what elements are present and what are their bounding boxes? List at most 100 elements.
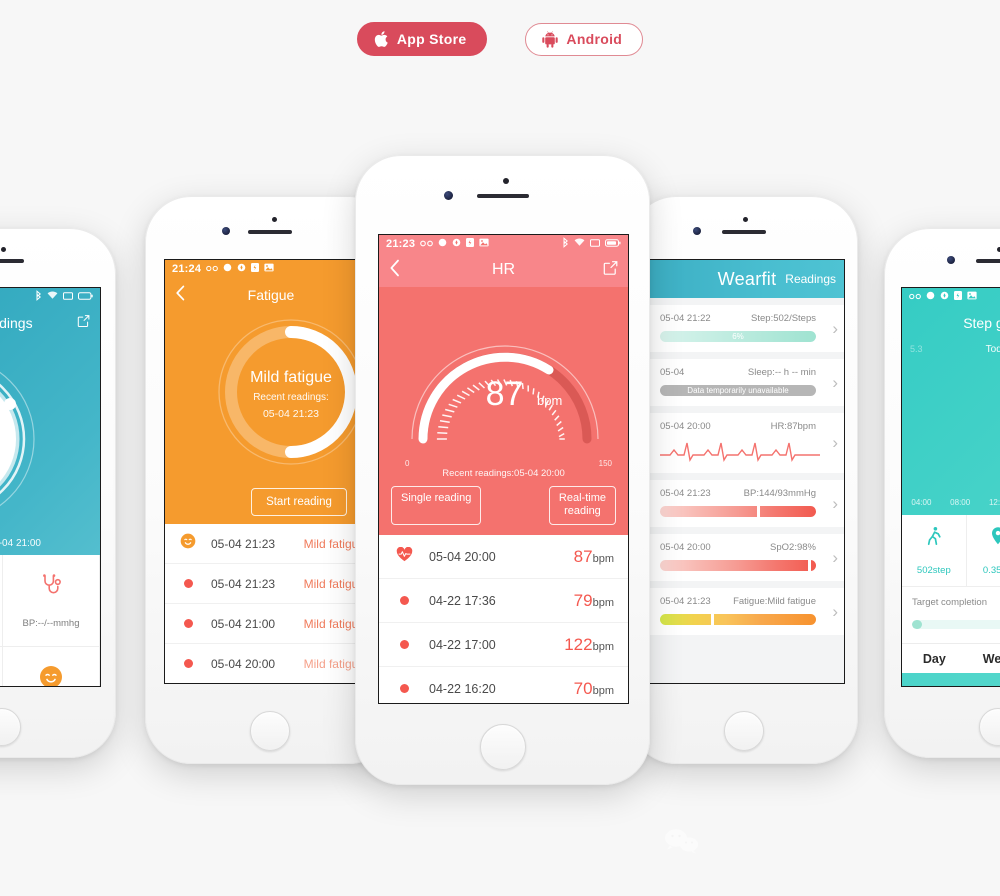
card-metric: SpO2:98% bbox=[770, 542, 816, 553]
step-progress-bar: 6% bbox=[660, 331, 816, 342]
earpiece-speaker bbox=[0, 259, 24, 263]
target-completion-section: Target completion bbox=[902, 587, 1000, 643]
chevron-right-icon: › bbox=[832, 433, 838, 452]
card-sleep[interactable]: › 05-04 Sleep:-- h -- min Data temporari… bbox=[650, 359, 844, 406]
front-camera-icon bbox=[1, 247, 6, 252]
status-bar: 21:24 bbox=[165, 260, 377, 278]
card-spo2[interactable]: › 05-04 20:00 SpO2:98% bbox=[650, 534, 844, 581]
android-label: Android bbox=[566, 31, 623, 47]
apple-icon bbox=[374, 30, 389, 48]
readings-link[interactable]: Readings bbox=[785, 272, 836, 286]
recent-readings-text: Recent readings:05-04 21:00 bbox=[0, 538, 41, 549]
card-bp[interactable]: › 05-04 21:23 BP:144/93mmHg bbox=[650, 480, 844, 527]
wechat-watermark-icon bbox=[662, 828, 702, 854]
metric-cell-bp[interactable]: BP:--/--mmhg bbox=[3, 555, 100, 647]
card-time: 05-04 20:00 bbox=[660, 542, 711, 553]
card-header: 05-04 Sleep:-- h -- min bbox=[660, 367, 834, 378]
card-hr[interactable]: › 05-04 20:00 HR:87bpm bbox=[650, 413, 844, 473]
infinity-icon bbox=[420, 238, 433, 250]
android-button[interactable]: Android bbox=[525, 22, 644, 56]
chart-subtitle: Today bbox=[985, 344, 1000, 355]
dot-icon bbox=[183, 579, 193, 588]
share-icon[interactable] bbox=[603, 261, 618, 280]
stethoscope-icon bbox=[39, 573, 63, 602]
smiley-icon bbox=[180, 533, 196, 554]
hr-gauge-area: 87 bpm bbox=[379, 287, 628, 462]
hr-value: 87 bbox=[486, 375, 524, 413]
list-item-time: 04-22 17:00 bbox=[429, 637, 496, 652]
single-reading-button[interactable]: Single reading bbox=[391, 485, 482, 525]
image-icon bbox=[967, 291, 977, 303]
wifi-icon bbox=[47, 291, 58, 303]
front-camera-icon bbox=[743, 217, 748, 222]
sensor-icon bbox=[444, 191, 453, 200]
sleep-status-label: Data temporarily unavailable bbox=[687, 386, 789, 395]
metric-cell-steps[interactable]: 502step bbox=[902, 515, 967, 587]
share-icon[interactable] bbox=[77, 315, 90, 332]
nav-bar: Fatigue bbox=[165, 278, 377, 312]
tab-day[interactable]: Day bbox=[902, 652, 967, 666]
list-item[interactable]: 05-04 20:00 Mild fatigue bbox=[165, 644, 377, 683]
hr-unit: bpm bbox=[537, 393, 562, 408]
recent-readings-text: Recent readings:05-04 20:00 bbox=[442, 468, 565, 479]
card-metric: Sleep:-- h -- min bbox=[747, 367, 816, 378]
realtime-reading-button[interactable]: Real-time reading bbox=[548, 485, 616, 525]
earpiece-speaker bbox=[476, 194, 529, 198]
metrics-grid: HR:--bpm BP:--/--mmhg SpO2:--% bbox=[0, 555, 100, 686]
card-step[interactable]: › 05-04 21:22 Step:502/Steps 6% bbox=[650, 305, 844, 352]
wearfit-header: Wearfit Readings bbox=[650, 260, 844, 298]
dot-icon bbox=[399, 640, 409, 649]
list-item[interactable]: 05-04 21:23 Mild fatigue bbox=[165, 524, 377, 564]
front-camera-icon bbox=[272, 217, 277, 222]
phone-far-right: Step gauge Today 5.3 04:00 08:00 12:00 1… bbox=[884, 228, 1000, 758]
list-item-unit: bpm bbox=[592, 684, 614, 697]
battery-saver-icon bbox=[466, 238, 475, 250]
android-icon bbox=[542, 30, 559, 48]
heartbeat-icon bbox=[396, 546, 413, 567]
infinity-icon bbox=[909, 291, 921, 303]
status-left-icons: 21:23 bbox=[386, 238, 489, 250]
list-item-icon-col bbox=[379, 546, 429, 567]
fatigue-list: 05-04 21:23 Mild fatigue 05-04 21:23 Mil… bbox=[165, 524, 377, 683]
infinity-icon bbox=[206, 263, 218, 275]
battery-icon bbox=[78, 291, 93, 303]
list-item[interactable]: 05-04 21:23 Mild fatigue bbox=[165, 564, 377, 604]
hr-button-row: Single reading Real-time reading bbox=[379, 485, 628, 525]
battery-saver-icon bbox=[954, 291, 962, 303]
dot-icon bbox=[183, 659, 193, 668]
compass-icon bbox=[237, 263, 246, 275]
card-header: 05-04 21:23 Fatigue:Mild fatigue bbox=[660, 596, 834, 607]
list-item[interactable]: 04-22 16:20 70bpm bbox=[379, 667, 628, 703]
list-item[interactable]: 04-22 17:36 79bpm bbox=[379, 579, 628, 623]
start-reading-button[interactable]: Start reading bbox=[251, 487, 347, 516]
card-fatigue[interactable]: › 05-04 21:23 Fatigue:Mild fatigue bbox=[650, 588, 844, 635]
bluetooth-icon bbox=[35, 290, 42, 304]
compass-icon bbox=[452, 238, 461, 250]
list-item-icon-col bbox=[379, 596, 429, 605]
card-time: 05-04 20:00 bbox=[660, 421, 711, 432]
metric-cell-distance[interactable]: 0.35km bbox=[966, 515, 1000, 587]
home-button[interactable] bbox=[724, 711, 764, 751]
earpiece-speaker bbox=[248, 230, 292, 234]
home-button[interactable] bbox=[0, 708, 21, 746]
home-button[interactable] bbox=[979, 708, 1000, 746]
list-item[interactable]: 05-04 21:00 Mild fatigue bbox=[165, 604, 377, 644]
home-button[interactable] bbox=[250, 711, 290, 751]
metric-cell-fatigue[interactable]: Fatigue:Mild fatigue bbox=[3, 647, 100, 686]
hr-gauge-section: 87 bpm 0 150 Recent readings:05-04 20:00… bbox=[379, 287, 628, 535]
chevron-left-icon[interactable] bbox=[389, 259, 401, 281]
page-title: Fatigue bbox=[247, 287, 295, 303]
list-item[interactable]: 05-04 20:00 87bpm bbox=[379, 535, 628, 579]
reading-ring-area: Reading Recent readings:05-04 21:00 bbox=[0, 340, 100, 555]
earpiece-speaker bbox=[976, 259, 1000, 263]
tab-week[interactable]: Week bbox=[967, 652, 1000, 666]
circle-icon bbox=[223, 263, 232, 275]
chevron-left-icon[interactable] bbox=[175, 285, 186, 305]
bp-gradient-bar bbox=[660, 506, 816, 517]
list-item-number: 70 bbox=[573, 678, 593, 698]
list-item[interactable]: 04-22 17:00 122bpm bbox=[379, 623, 628, 667]
list-item-time: 05-04 21:23 bbox=[211, 576, 276, 591]
home-button[interactable] bbox=[479, 724, 526, 770]
fatigue-ring-area: Mild fatigue Recent readings: 05-04 21:2… bbox=[165, 312, 377, 478]
app-store-button[interactable]: App Store bbox=[356, 22, 488, 56]
